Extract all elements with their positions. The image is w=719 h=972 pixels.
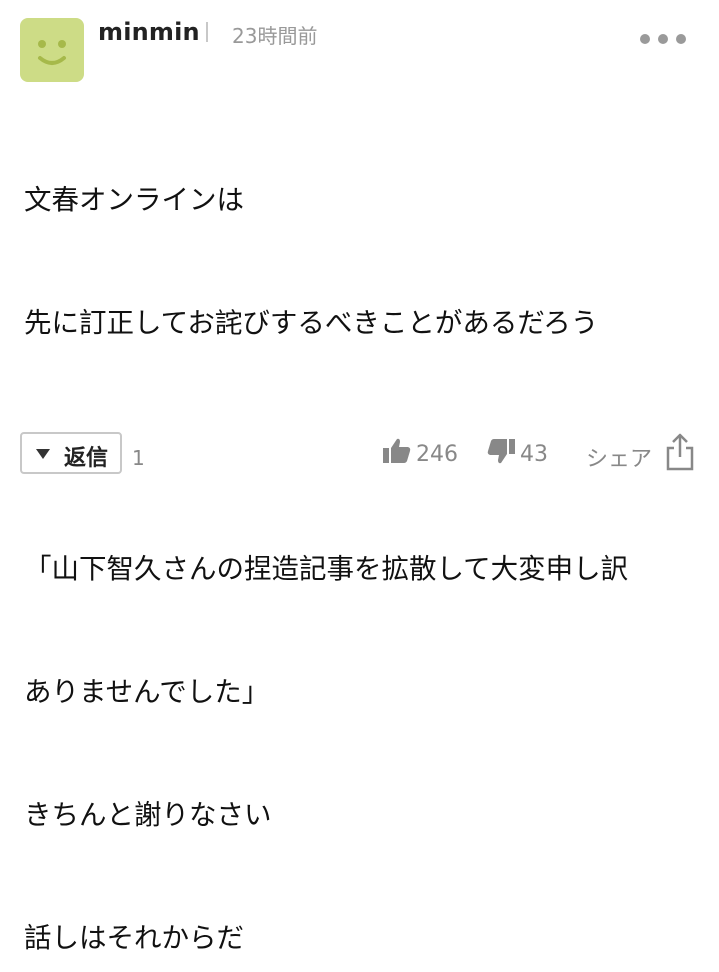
reply-label: 返信 bbox=[64, 446, 109, 471]
thumbs-down-icon bbox=[487, 439, 515, 464]
comment-line: 「山下智久さんの捏造記事を拡散して大変申し訳 bbox=[24, 553, 629, 585]
like-button[interactable]: 246 bbox=[382, 436, 462, 470]
comment-line: きちんと謝りなさい bbox=[24, 799, 272, 831]
avatar[interactable] bbox=[20, 18, 84, 82]
dislike-button[interactable]: 43 bbox=[486, 436, 556, 470]
share-label[interactable]: シェア bbox=[586, 441, 652, 473]
username[interactable]: minmin bbox=[98, 18, 200, 46]
smiley-face-icon bbox=[38, 40, 66, 65]
comment-line: ありませんでした」 bbox=[24, 676, 270, 708]
timestamp: 23時間前 bbox=[232, 24, 318, 48]
thumbs-up-icon bbox=[383, 438, 411, 463]
divider bbox=[206, 22, 208, 42]
more-options-icon[interactable] bbox=[640, 34, 686, 44]
share-icon[interactable] bbox=[664, 432, 696, 472]
chevron-down-icon bbox=[36, 449, 50, 459]
comment-body: 文春オンラインは 先に訂正してお詫びするべきことがあるだろう 「山下智久さんの捏… bbox=[24, 98, 704, 972]
dislike-count: 43 bbox=[520, 442, 548, 467]
reply-button[interactable]: 返信 bbox=[20, 432, 122, 474]
comment-line: 話しはそれからだ bbox=[24, 922, 244, 954]
reply-count: 1 bbox=[132, 446, 145, 470]
like-count: 246 bbox=[416, 442, 458, 467]
comment-line: 文春オンラインは bbox=[24, 184, 244, 216]
comment-line: 先に訂正してお詫びするべきことがあるだろう bbox=[24, 307, 599, 339]
